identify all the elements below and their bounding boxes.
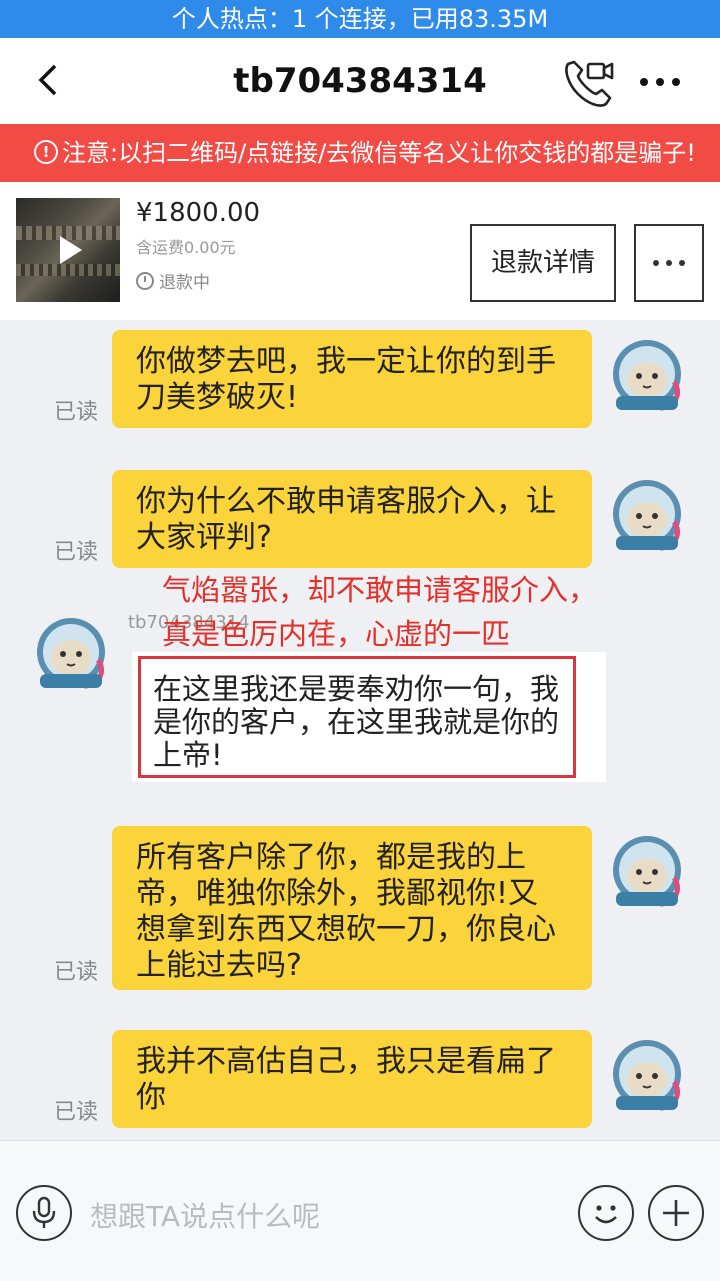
order-card: ¥1800.00 含运费0.00元 退款中 退款详情 (0, 182, 720, 320)
more-dot (666, 260, 672, 266)
annotation-line: 气焰嚣张，却不敢申请客服介入， (162, 573, 598, 607)
product-video-thumbnail[interactable] (16, 198, 120, 302)
user-avatar[interactable] (608, 476, 686, 554)
chat-header: tb704384314 (0, 38, 720, 124)
shipping-fee: 含运费0.00元 (136, 238, 236, 257)
back-button[interactable] (24, 56, 72, 104)
microphone-icon (32, 1196, 56, 1228)
more-dot (656, 78, 664, 86)
warning-text: 注意:以扫二维码/点链接/去微信等名义让你交钱的都是骗子! (62, 139, 696, 167)
cat-avatar-icon (613, 1040, 681, 1111)
message-bubble[interactable]: 你做梦去吧，我一定让你的到手刀美梦破灭! (112, 330, 592, 428)
user-avatar[interactable] (608, 1036, 686, 1114)
read-receipt: 已读 (54, 400, 99, 425)
cat-avatar-icon (613, 480, 681, 551)
more-dot (653, 260, 659, 266)
smiley-icon (595, 1205, 617, 1224)
message-bubble[interactable]: 所有客户除了你，都是我的上帝，唯独你除外，我鄙视你!又想拿到东西又想砍一刀，你良… (112, 826, 592, 990)
cat-avatar-icon (613, 836, 681, 907)
seller-avatar[interactable] (32, 614, 110, 692)
highlighted-message[interactable]: 在这里我还是要奉劝你一句，我是你的客户，在这里我就是你的上帝! (138, 656, 576, 778)
order-more-button[interactable] (634, 224, 704, 302)
more-button[interactable] (634, 60, 686, 104)
cat-avatar-icon (37, 618, 105, 689)
more-dot (640, 78, 648, 86)
user-avatar[interactable] (608, 832, 686, 910)
annotation-line: 真是色厉内荏，心虚的一匹 (162, 617, 511, 651)
message-bubble[interactable]: 你为什么不敢申请客服介入，让大家评判? (112, 470, 592, 568)
alert-circle-icon: ! (34, 140, 58, 164)
back-arrow-icon (38, 64, 57, 96)
play-icon (60, 236, 82, 264)
add-button[interactable] (648, 1185, 704, 1241)
plus-icon (663, 1200, 689, 1226)
more-dot (672, 78, 680, 86)
fraud-warning-banner: ! 注意:以扫二维码/点链接/去微信等名义让你交钱的都是骗子! (0, 124, 720, 182)
refund-status-label: 退款中 (159, 273, 210, 293)
video-call-button[interactable] (560, 54, 616, 110)
more-dot (679, 260, 685, 266)
video-call-icon (565, 60, 614, 107)
message-bubble[interactable]: 我并不高估自己，我只是看扁了你 (112, 1030, 592, 1128)
message-input-bar: 想跟TA说点什么呢 (0, 1140, 720, 1281)
hotspot-status-bar: 个人热点：1 个连接，已用83.35M (0, 0, 720, 38)
refund-details-button[interactable]: 退款详情 (470, 224, 616, 302)
order-price: ¥1800.00 (136, 198, 261, 228)
read-receipt: 已读 (54, 540, 99, 565)
read-receipt: 已读 (54, 960, 99, 985)
read-receipt: 已读 (54, 1100, 99, 1125)
user-avatar[interactable] (608, 336, 686, 414)
refund-status: 退款中 (136, 268, 210, 293)
emoji-button[interactable] (578, 1185, 634, 1241)
cat-avatar-icon (613, 340, 681, 411)
message-input[interactable]: 想跟TA说点什么呢 (90, 1195, 320, 1235)
voice-button[interactable] (16, 1185, 72, 1241)
clock-icon (136, 271, 154, 290)
annotation-overlay: 气焰嚣张，却不敢申请客服介入， 真是色厉内荏，心虚的一匹 (162, 568, 710, 656)
